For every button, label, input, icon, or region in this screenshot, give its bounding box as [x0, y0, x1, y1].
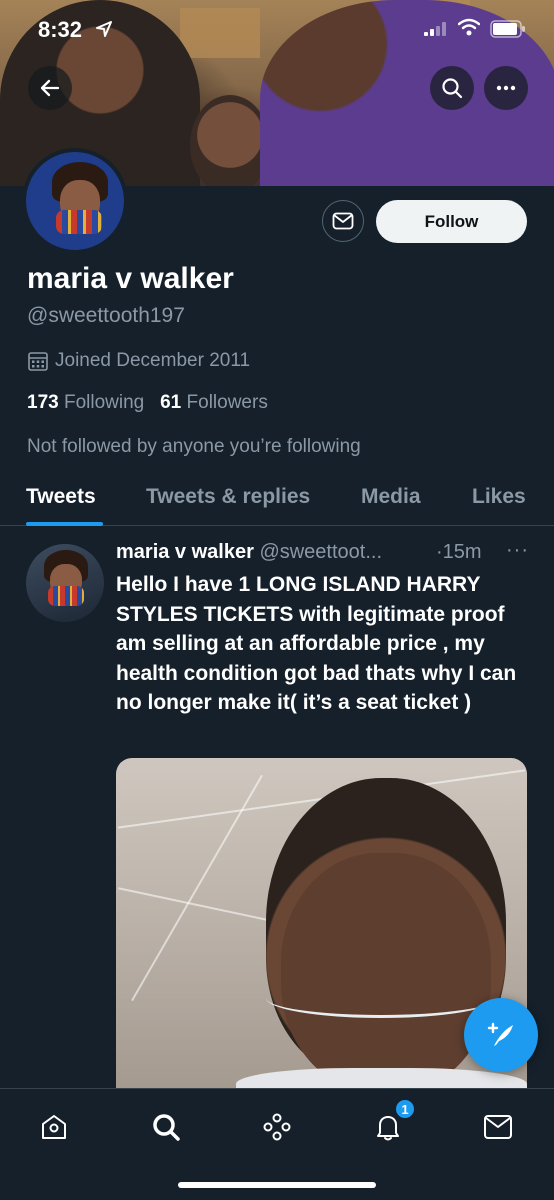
follow-button[interactable]: Follow	[376, 200, 527, 243]
cellular-signal-icon	[424, 22, 446, 36]
tweet-author-handle[interactable]: @sweettoot...	[259, 541, 382, 563]
message-button[interactable]	[322, 200, 364, 242]
followers-label: Followers	[186, 392, 268, 413]
following-label: Following	[63, 392, 145, 413]
photo-person-face	[281, 853, 491, 1088]
home-indicator[interactable]	[178, 1182, 376, 1188]
envelope-icon	[484, 1115, 512, 1139]
tweet-timestamp[interactable]: ·15m	[436, 541, 482, 564]
photo-oxygen-tube	[266, 978, 496, 1018]
tweet-author-name[interactable]: maria v walker	[116, 541, 254, 563]
followers-count: 61	[160, 392, 182, 413]
calendar-icon	[28, 352, 48, 371]
joined-date: Joined December 2011	[55, 350, 251, 371]
more-icon	[496, 85, 516, 91]
compose-icon	[487, 1022, 513, 1046]
follow-counts: 173 Following 61 Followers	[27, 392, 268, 414]
tweet-avatar[interactable]	[26, 544, 104, 622]
following-count: 173	[27, 392, 59, 413]
tweet-header: maria v walker @sweettoot...	[116, 541, 382, 564]
banner-person	[190, 95, 270, 186]
ceiling-grid-line	[131, 774, 263, 1002]
profile-name: maria v walker	[27, 262, 234, 295]
profile-handle: @sweettooth197	[27, 304, 185, 327]
battery-icon	[490, 20, 525, 38]
tab-tweets[interactable]: Tweets	[26, 485, 96, 509]
active-tab-indicator	[26, 522, 103, 526]
nav-spaces[interactable]	[257, 1107, 297, 1147]
tab-likes[interactable]: Likes	[472, 485, 526, 509]
location-arrow-icon	[96, 21, 112, 37]
back-arrow-icon	[40, 79, 60, 97]
tweet-text: Hello I have 1 LONG ISLAND HARRY STYLES …	[116, 573, 517, 714]
avatar-mask	[48, 586, 84, 606]
mail-icon	[332, 212, 354, 230]
nav-messages[interactable]	[478, 1107, 518, 1147]
search-button[interactable]	[430, 66, 474, 110]
nav-home[interactable]	[34, 1107, 74, 1147]
tweet-more-button[interactable]: ···	[506, 539, 529, 562]
follow-context: Not followed by anyone you’re following	[27, 436, 361, 457]
compose-tweet-button[interactable]	[464, 998, 538, 1072]
more-button[interactable]	[484, 66, 528, 110]
avatar-mask	[56, 210, 102, 234]
profile-joined: Joined December 2011	[27, 350, 250, 372]
status-bar: 8:32	[0, 0, 554, 60]
home-icon	[42, 1115, 66, 1139]
search-icon	[153, 1114, 180, 1141]
status-time: 8:32	[38, 17, 83, 42]
profile-tabs: Tweets Tweets & replies Media Likes	[0, 470, 554, 526]
search-icon	[442, 78, 463, 99]
notifications-badge: 1	[394, 1098, 416, 1120]
wifi-icon	[458, 18, 480, 36]
following-link[interactable]: 173 Following	[27, 392, 144, 413]
back-button[interactable]	[28, 66, 72, 110]
photo-person-shirt	[236, 1068, 527, 1088]
followers-link[interactable]: 61 Followers	[160, 392, 268, 413]
nav-explore[interactable]	[146, 1107, 186, 1147]
tab-media[interactable]: Media	[361, 485, 421, 509]
profile-avatar[interactable]	[22, 148, 128, 254]
tab-tweets-replies[interactable]: Tweets & replies	[146, 485, 310, 509]
spaces-icon	[263, 1113, 291, 1141]
